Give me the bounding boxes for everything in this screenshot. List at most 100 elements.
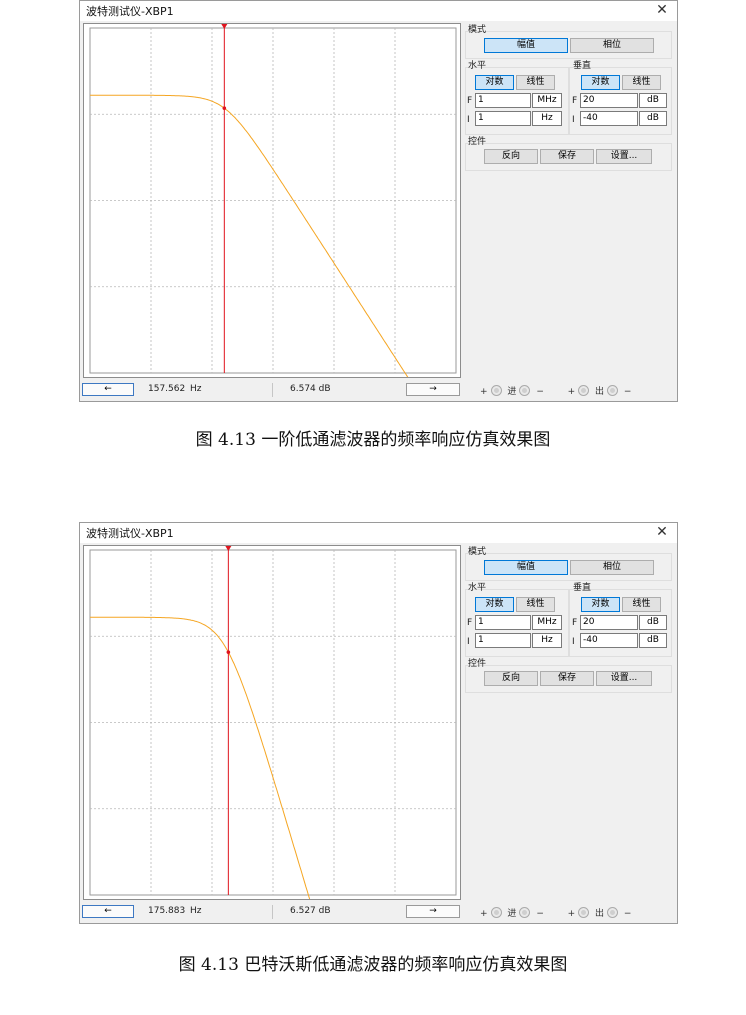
save-button[interactable]: 保存: [540, 149, 594, 164]
horizontal-label: 水平: [468, 583, 487, 593]
vertical-initial-unit[interactable]: dB: [639, 111, 667, 126]
cursor-right-button[interactable]: →: [406, 383, 460, 396]
horizontal-initial-input[interactable]: 1: [475, 111, 531, 126]
vertical-initial-unit[interactable]: dB: [639, 633, 667, 648]
magnitude-button[interactable]: 幅值: [484, 560, 568, 575]
figure-caption-2: 图 4.13 巴特沃斯低通滤波器的频率响应仿真效果图: [178, 955, 568, 975]
in-plus-terminal[interactable]: [490, 907, 502, 918]
cursor-frequency: 175.883: [148, 906, 186, 916]
status-divider: [272, 905, 273, 919]
terminals-row: + 进 − + 出 −: [480, 384, 631, 397]
vertical-final-label: F: [572, 618, 578, 628]
horizontal-initial-label: I: [467, 115, 470, 125]
in-plus-label: +: [480, 909, 488, 919]
cursor-left-button[interactable]: ←: [82, 383, 134, 396]
vertical-final-unit[interactable]: dB: [639, 93, 667, 108]
cursor-left-button[interactable]: ←: [82, 905, 134, 918]
vertical-label: 垂直: [573, 61, 592, 71]
out-minus-terminal[interactable]: [607, 907, 619, 918]
out-plus-label: +: [567, 387, 576, 397]
in-label: 进: [507, 387, 517, 397]
out-plus-terminal[interactable]: [578, 907, 590, 918]
reverse-button[interactable]: 反向: [484, 149, 538, 164]
settings-button[interactable]: 设置...: [596, 671, 652, 686]
cursor-gain: 6.574 dB: [290, 384, 331, 394]
phase-button[interactable]: 相位: [570, 560, 654, 575]
title-bar[interactable]: 波特测试仪-XBP1 ✕: [80, 1, 677, 21]
horizontal-log-button[interactable]: 对数: [475, 75, 514, 90]
horizontal-linear-button[interactable]: 线性: [516, 597, 555, 612]
horizontal-final-input[interactable]: 1: [475, 93, 531, 108]
horizontal-final-unit[interactable]: MHz: [532, 615, 562, 630]
horizontal-initial-label: I: [467, 637, 470, 647]
out-plus-terminal[interactable]: [578, 385, 590, 396]
horizontal-final-label: F: [467, 96, 473, 106]
bode-plot-area[interactable]: [83, 23, 461, 378]
close-icon[interactable]: ✕: [653, 1, 671, 19]
bode-plot-svg: [89, 546, 457, 899]
save-button[interactable]: 保存: [540, 671, 594, 686]
terminals-row: + 进 − + 出 −: [480, 906, 631, 919]
horizontal-log-button[interactable]: 对数: [475, 597, 514, 612]
horizontal-final-unit[interactable]: MHz: [532, 93, 562, 108]
bode-plotter-window-2: 波特测试仪-XBP1 ✕ ← 175.883 Hz 6.527 dB → + 进…: [79, 522, 678, 924]
in-minus-label: −: [536, 909, 544, 919]
in-minus-terminal[interactable]: [519, 907, 531, 918]
horizontal-final-label: F: [467, 618, 473, 628]
magnitude-trace: [90, 616, 311, 899]
horizontal-initial-input[interactable]: 1: [475, 633, 531, 648]
status-divider: [272, 383, 273, 397]
out-label: 出: [595, 909, 605, 919]
cursor-gain: 6.527 dB: [290, 906, 331, 916]
horizontal-initial-unit[interactable]: Hz: [532, 111, 562, 126]
vertical-log-button[interactable]: 对数: [581, 75, 620, 90]
out-plus-label: +: [567, 909, 576, 919]
cursor-frequency-unit: Hz: [190, 384, 202, 394]
vertical-linear-button[interactable]: 线性: [622, 75, 661, 90]
in-plus-terminal[interactable]: [490, 385, 502, 396]
out-label: 出: [595, 387, 605, 397]
horizontal-label: 水平: [468, 61, 487, 71]
vertical-final-input[interactable]: 20: [580, 615, 638, 630]
window-title: 波特测试仪-XBP1: [86, 527, 174, 540]
title-bar[interactable]: 波特测试仪-XBP1 ✕: [80, 523, 677, 543]
out-minus-terminal[interactable]: [607, 385, 619, 396]
horizontal-final-input[interactable]: 1: [475, 615, 531, 630]
cursor-frequency: 157.562: [148, 384, 186, 394]
phase-button[interactable]: 相位: [570, 38, 654, 53]
in-minus-terminal[interactable]: [519, 385, 531, 396]
cursor-right-button[interactable]: →: [406, 905, 460, 918]
mode-label: 模式: [468, 547, 487, 557]
in-minus-label: −: [536, 387, 544, 397]
horizontal-initial-unit[interactable]: Hz: [532, 633, 562, 648]
close-icon[interactable]: ✕: [653, 523, 671, 541]
vertical-initial-input[interactable]: -40: [580, 111, 638, 126]
figure-caption-1: 图 4.13 一阶低通滤波器的频率响应仿真效果图: [195, 430, 551, 450]
vertical-final-unit[interactable]: dB: [639, 615, 667, 630]
status-bar: ← 157.562 Hz 6.574 dB →: [82, 382, 461, 398]
vertical-initial-input[interactable]: -40: [580, 633, 638, 648]
vertical-log-button[interactable]: 对数: [581, 597, 620, 612]
vertical-label: 垂直: [573, 583, 592, 593]
controls-label: 控件: [468, 659, 487, 669]
cursor-intersection-marker: [226, 650, 231, 654]
in-label: 进: [507, 909, 517, 919]
bode-plotter-window-1: 波特测试仪-XBP1 ✕ ← 157.562 Hz 6.574 dB → + 进…: [79, 0, 678, 402]
bode-plot-area[interactable]: [83, 545, 461, 900]
window-title: 波特测试仪-XBP1: [86, 5, 174, 18]
bode-plot-svg: [89, 24, 457, 377]
vertical-final-input[interactable]: 20: [580, 93, 638, 108]
reverse-button[interactable]: 反向: [484, 671, 538, 686]
magnitude-trace: [90, 94, 409, 377]
in-plus-label: +: [480, 387, 488, 397]
magnitude-button[interactable]: 幅值: [484, 38, 568, 53]
controls-label: 控件: [468, 137, 487, 147]
settings-button[interactable]: 设置...: [596, 149, 652, 164]
vertical-linear-button[interactable]: 线性: [622, 597, 661, 612]
vertical-final-label: F: [572, 96, 578, 106]
status-bar: ← 175.883 Hz 6.527 dB →: [82, 904, 461, 920]
horizontal-linear-button[interactable]: 线性: [516, 75, 555, 90]
out-minus-label: −: [623, 387, 632, 397]
cursor-frequency-unit: Hz: [190, 906, 202, 916]
vertical-initial-label: I: [572, 115, 575, 125]
